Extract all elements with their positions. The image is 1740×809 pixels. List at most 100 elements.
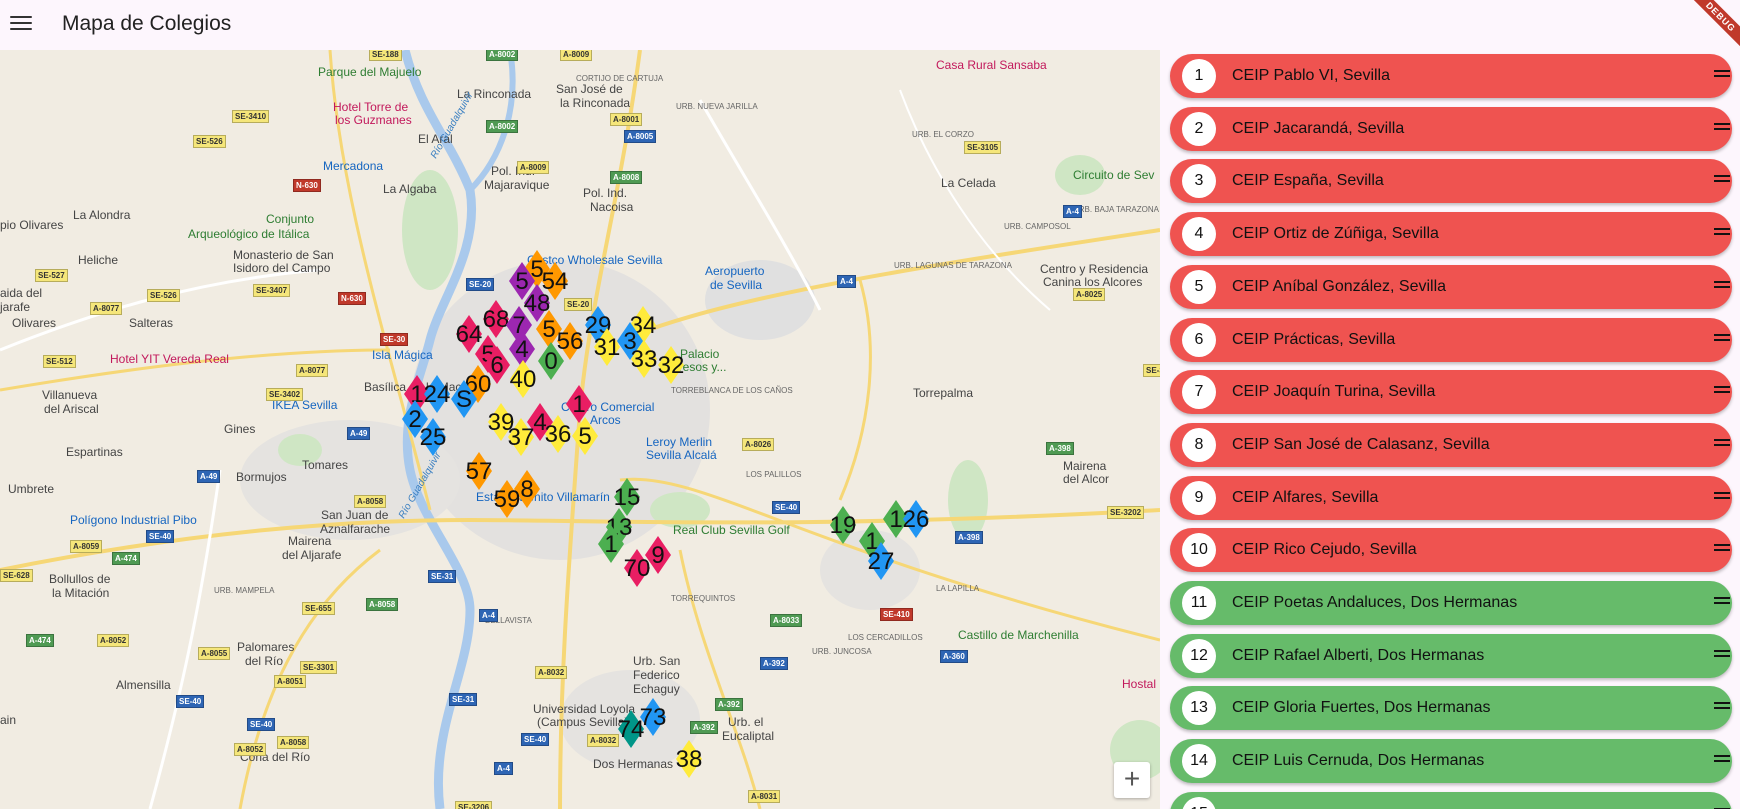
road-shield: A-8058 bbox=[277, 736, 310, 749]
map-place-label: Hostal bbox=[1122, 677, 1157, 691]
road-shield: SE-655 bbox=[302, 602, 335, 615]
map-area-label: URB. EL CORZO bbox=[912, 130, 974, 139]
drag-handle-icon[interactable] bbox=[1714, 122, 1730, 135]
road-shield: SE-526 bbox=[193, 135, 226, 148]
school-marker[interactable]: 38 bbox=[676, 740, 702, 778]
map-area-label: URB. LAGUNAS DE TARAZONA bbox=[894, 261, 1012, 270]
school-list-item[interactable]: 2 CEIP Jacarandá, Sevilla bbox=[1170, 106, 1732, 151]
school-list-item[interactable]: 10 CEIP Rico Cejudo, Sevilla bbox=[1170, 528, 1732, 573]
map-place-label: aida del bbox=[0, 286, 43, 300]
map-place-label: San José de bbox=[556, 82, 623, 96]
school-list-item[interactable]: 9 CEIP Alfares, Sevilla bbox=[1170, 475, 1732, 520]
page-title: Mapa de Colegios bbox=[62, 12, 232, 35]
map-place-label: Leroy Merlin bbox=[646, 435, 713, 449]
drag-handle-icon[interactable] bbox=[1714, 228, 1730, 240]
drag-handle-icon[interactable] bbox=[1714, 702, 1730, 714]
road-shield: A-8052 bbox=[234, 743, 267, 756]
road-shield: A-8032 bbox=[535, 666, 568, 679]
school-number-badge: 5 bbox=[1182, 269, 1216, 304]
school-list[interactable]: 1 CEIP Pablo VI, Sevilla 2 CEIP Jacarandá, … bbox=[1160, 50, 1740, 809]
school-list-item[interactable]: 3 CEIP España, Sevilla bbox=[1170, 159, 1732, 204]
road-shield: SE-3301 bbox=[300, 661, 338, 674]
drag-handle-icon[interactable] bbox=[1714, 386, 1730, 398]
school-marker[interactable]: 32 bbox=[658, 346, 684, 384]
map-area-label: URB. CAMPOSOL bbox=[1004, 222, 1071, 231]
school-list-item[interactable]: 15 bbox=[1170, 791, 1732, 809]
drag-handle-icon[interactable] bbox=[1714, 280, 1730, 293]
school-marker[interactable]: 5 bbox=[572, 417, 598, 455]
school-list-item[interactable]: 7 CEIP Joaquín Turina, Sevilla bbox=[1170, 370, 1732, 415]
road-shield: SE-3105 bbox=[964, 141, 1002, 154]
school-marker[interactable]: 74 bbox=[618, 710, 644, 748]
road-shield: A-392 bbox=[715, 698, 743, 711]
school-list-item[interactable]: 12 CEIP Rafael Alberti, Dos Hermanas bbox=[1170, 633, 1732, 678]
map-place-label: Mercadona bbox=[323, 159, 384, 173]
map-place-label: La Alondra bbox=[73, 208, 131, 222]
map-place-label: Palomares bbox=[237, 640, 295, 654]
school-marker[interactable]: 26 bbox=[903, 500, 929, 538]
school-list-item[interactable]: 13 CEIP Gloria Fuertes, Dos Hermanas bbox=[1170, 686, 1732, 731]
school-marker[interactable]: 25 bbox=[420, 418, 446, 456]
school-marker[interactable]: 70 bbox=[624, 549, 650, 587]
school-marker-number: 25 bbox=[419, 424, 447, 451]
school-list-item[interactable]: 8 CEIP San José de Calasanz, Sevilla bbox=[1170, 422, 1732, 467]
school-name-label: CEIP Aníbal González, Sevilla bbox=[1232, 277, 1447, 295]
road-shield: SE-40 bbox=[772, 501, 801, 514]
map-place-label: Eucaliptal bbox=[722, 729, 775, 743]
school-list-item[interactable]: 6 CEIP Prácticas, Sevilla bbox=[1170, 317, 1732, 362]
road-shield: A-392 bbox=[760, 657, 788, 670]
road-shield: SE-527 bbox=[35, 269, 68, 282]
map-place-label: Bormujos bbox=[236, 470, 287, 484]
road-shield: A-8008 bbox=[610, 171, 643, 184]
drag-handle-icon[interactable] bbox=[1714, 175, 1730, 187]
drag-handle-icon[interactable] bbox=[1714, 544, 1730, 556]
map-place-label: Hotel YIT Vereda Real bbox=[110, 352, 229, 366]
school-list-item[interactable]: 5 CEIP Aníbal González, Sevilla bbox=[1170, 264, 1732, 309]
school-marker[interactable]: S bbox=[451, 380, 477, 418]
school-number-badge: 6 bbox=[1182, 322, 1216, 357]
school-number-badge: 12 bbox=[1182, 638, 1216, 673]
road-shield: SE-3407 bbox=[253, 284, 291, 297]
zoom-in-button[interactable]: + bbox=[1114, 762, 1150, 798]
road-shield: SE-526 bbox=[147, 289, 180, 302]
school-list-item[interactable]: 4 CEIP Ortiz de Zúñiga, Sevilla bbox=[1170, 212, 1732, 257]
drag-handle-icon[interactable] bbox=[1714, 438, 1730, 451]
school-number-badge: 11 bbox=[1182, 586, 1216, 620]
map-place-label: Gines bbox=[224, 422, 256, 436]
road-shield: SE-40 bbox=[247, 718, 276, 731]
road-shield: A-4 bbox=[1063, 205, 1082, 218]
map-place-label: pio Olivares bbox=[0, 218, 64, 232]
map-place-label: Nacoisa bbox=[590, 200, 634, 214]
drag-handle-icon[interactable] bbox=[1714, 649, 1730, 662]
map-place-label: la Rinconada bbox=[560, 96, 631, 110]
school-marker-number: 26 bbox=[902, 506, 930, 533]
school-marker[interactable]: 27 bbox=[868, 542, 894, 580]
school-marker[interactable]: 37 bbox=[508, 418, 534, 456]
map-place-label: Sevilla Alcalá bbox=[646, 448, 717, 462]
map-area-label: LA LAPILLA bbox=[936, 584, 980, 593]
school-marker[interactable]: 59 bbox=[494, 480, 520, 518]
menu-icon[interactable] bbox=[10, 12, 32, 34]
drag-handle-icon[interactable] bbox=[1714, 491, 1730, 504]
drag-handle-icon[interactable] bbox=[1714, 755, 1730, 767]
drag-handle-icon[interactable] bbox=[1714, 333, 1730, 346]
school-marker[interactable]: 57 bbox=[466, 452, 492, 490]
road-shield: A-8031 bbox=[748, 790, 781, 803]
map-place-label: del Río bbox=[245, 654, 284, 668]
school-name-label: CEIP Pablo VI, Sevilla bbox=[1232, 67, 1391, 84]
drag-handle-icon[interactable] bbox=[1714, 70, 1730, 82]
road-shield: SE-628 bbox=[0, 569, 33, 582]
drag-handle-icon[interactable] bbox=[1714, 597, 1730, 609]
map-view[interactable]: Parque del Majuelo La Rinconada San José d… bbox=[0, 50, 1160, 809]
school-number-badge: 15 bbox=[1182, 796, 1216, 809]
road-shield: A-474 bbox=[26, 634, 54, 647]
school-list-item[interactable]: 11 CEIP Poetas Andaluces, Dos Hermanas bbox=[1170, 581, 1732, 625]
school-list-item[interactable]: 1 CEIP Pablo VI, Sevilla bbox=[1170, 54, 1732, 98]
school-list-item[interactable]: 14 CEIP Luis Cernuda, Dos Hermanas bbox=[1170, 739, 1732, 784]
road-shield: SE-32 bbox=[1143, 364, 1160, 377]
road-shield: N-630 bbox=[293, 179, 321, 192]
map-area-label: CORTIJO DE CARTUJA bbox=[576, 74, 664, 83]
map-place-label: de Sevilla bbox=[710, 278, 763, 292]
map-place-label: San Juan de bbox=[321, 508, 389, 522]
school-marker[interactable]: 40 bbox=[510, 360, 536, 398]
